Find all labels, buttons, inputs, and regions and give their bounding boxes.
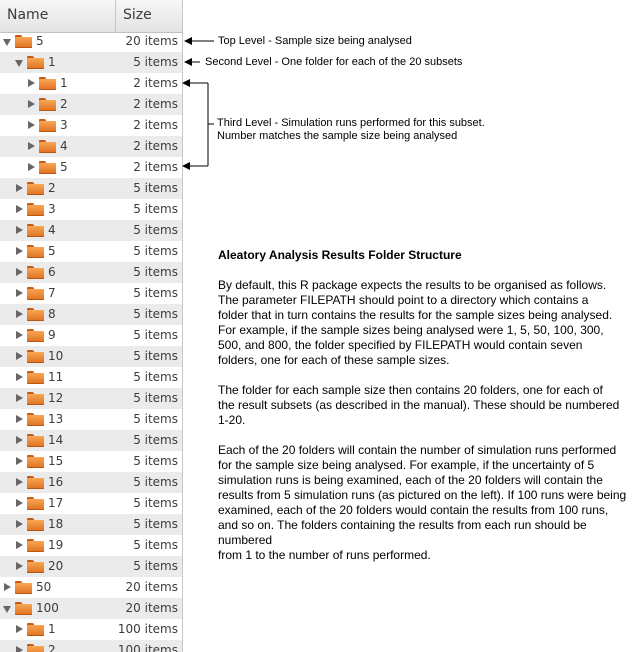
- annotation-third-level-line2: Number matches the sample size being ana…: [217, 130, 458, 142]
- second-level-arrowhead: [184, 58, 192, 66]
- third-level-arrowhead-top: [182, 79, 190, 87]
- info-paragraph-2: The folder for each sample size then con…: [218, 383, 620, 427]
- annotation-third-level-line1: Third Level - Simulation runs performed …: [217, 117, 485, 129]
- info-title: Aleatory Analysis Results Folder Structu…: [218, 248, 462, 262]
- info-paragraph-3: Each of the 20 folders will contain the …: [218, 443, 627, 562]
- annotation-second-level: Second Level - One folder for each of th…: [205, 56, 463, 68]
- info-paragraph-1: By default, this R package expects the r…: [218, 278, 613, 367]
- top-level-arrowhead: [184, 37, 192, 45]
- annotation-top-level: Top Level - Sample size being analysed: [218, 35, 412, 47]
- info-panel: Aleatory Analysis Results Folder Structu…: [218, 248, 643, 578]
- third-level-arrowhead-bottom: [182, 162, 190, 170]
